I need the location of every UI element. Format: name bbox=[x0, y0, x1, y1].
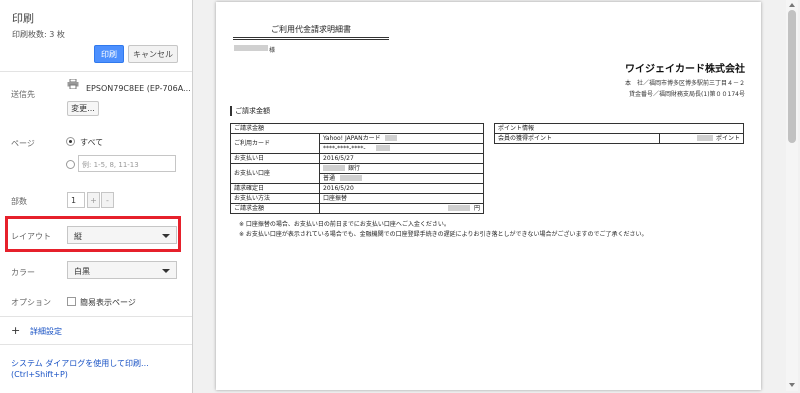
table-cell: 請求確定日 bbox=[230, 183, 320, 194]
simplify-page-checkbox[interactable] bbox=[67, 297, 76, 306]
company-name: ワイジェイカード株式会社 bbox=[625, 64, 745, 75]
scroll-down-arrow-icon[interactable] bbox=[789, 383, 795, 387]
redacted-value bbox=[697, 135, 713, 141]
plus-icon[interactable]: + bbox=[11, 324, 20, 337]
copies-input[interactable]: 1 bbox=[67, 192, 85, 208]
table-cell: 2016/5/20 bbox=[319, 183, 484, 194]
billing-table: ご請求金額 ご利用カード Yahoo! JAPANカード ****-****-*… bbox=[230, 123, 484, 214]
table-cell: 会員の獲得ポイント bbox=[493, 133, 661, 144]
preview-page: ご利用代金請求明細書 様 ワイジェイカード株式会社 本 社／福岡市博多区博多駅前… bbox=[216, 2, 761, 390]
table-row: 会員の獲得ポイント ポイント bbox=[493, 133, 744, 144]
redacted-value bbox=[448, 205, 470, 211]
section-heading: ご請求金額 bbox=[230, 106, 270, 116]
recipient-honorific: 様 bbox=[269, 47, 276, 54]
table-cell: ご請求金額 bbox=[230, 203, 320, 214]
table-cell: ****-****-****- bbox=[319, 143, 484, 154]
color-value: 白黒 bbox=[74, 267, 90, 276]
amount-unit: 円 bbox=[473, 204, 480, 212]
table-cell: お支払い日 bbox=[230, 153, 320, 164]
table-row: ポイント情報 bbox=[494, 123, 744, 134]
printer-name: EPSON79C8EE (EP-706A... bbox=[86, 84, 191, 93]
table-cell: 口座振替 bbox=[319, 193, 484, 204]
system-dialog-link[interactable]: システム ダイアログを使用して印刷... (Ctrl+Shift+P) bbox=[11, 358, 186, 380]
company-address: 本 社／福岡市博多区博多駅前三丁目４－２ bbox=[624, 80, 745, 87]
print-button[interactable]: 印刷 bbox=[94, 45, 124, 63]
copies-increment-button[interactable]: + bbox=[87, 192, 100, 208]
table-row: ご利用カード Yahoo! JAPANカード bbox=[230, 133, 484, 154]
copies-label: 部数 bbox=[11, 197, 27, 206]
system-dialog-shortcut: (Ctrl+Shift+P) bbox=[11, 370, 68, 379]
cancel-button[interactable]: キャンセル bbox=[128, 45, 178, 63]
page-title: 印刷 bbox=[12, 12, 34, 25]
table-row: 請求確定日 2016/5/20 bbox=[230, 183, 484, 194]
scrollbar-thumb[interactable] bbox=[788, 10, 796, 143]
chevron-down-icon bbox=[162, 269, 170, 273]
sheet-count: 印刷枚数: 3 枚 bbox=[12, 30, 65, 39]
simplify-page-label: 簡易表示ページ bbox=[80, 298, 136, 307]
account-type: 普通 bbox=[323, 174, 336, 182]
redacted-value bbox=[376, 145, 390, 151]
destination-label: 送信先 bbox=[11, 90, 35, 99]
table-row: ご請求金額 円 bbox=[230, 203, 484, 214]
printer-icon bbox=[67, 79, 79, 89]
table-row: ご請求金額 bbox=[230, 123, 484, 134]
redacted-value bbox=[385, 135, 397, 141]
scroll-up-arrow-icon[interactable] bbox=[789, 3, 795, 7]
table-cell: お支払い方法 bbox=[230, 193, 320, 204]
table-cell: 銀行 bbox=[319, 163, 484, 174]
table-cell: ご利用カード bbox=[230, 133, 320, 154]
pages-range-radio[interactable] bbox=[66, 160, 75, 169]
divider bbox=[0, 344, 192, 345]
pages-range-input[interactable]: 例: 1-5, 8, 11-13 bbox=[78, 155, 176, 172]
copies-decrement-button[interactable]: - bbox=[101, 192, 114, 208]
layout-highlight-box bbox=[5, 216, 181, 252]
table-cell: Yahoo! JAPANカード bbox=[319, 133, 484, 144]
print-settings-sidebar: 印刷 印刷枚数: 3 枚 印刷 キャンセル 送信先 EPSON79C8EE (E… bbox=[0, 0, 193, 393]
pages-all-radio[interactable] bbox=[66, 137, 75, 146]
redacted-name bbox=[234, 45, 268, 51]
table-cell: ポイント情報 bbox=[494, 123, 744, 134]
system-dialog-text[interactable]: システム ダイアログを使用して印刷... bbox=[11, 358, 186, 369]
table-cell: 円 bbox=[319, 203, 484, 214]
note-text: ※ 口座振替の場合、お支払い日の前日までにお支払い口座へご入金ください。 bbox=[239, 221, 450, 228]
redacted-value bbox=[340, 175, 362, 181]
advanced-settings-link[interactable]: 詳細設定 bbox=[30, 326, 62, 337]
table-row: お支払い口座 銀行 bbox=[230, 163, 484, 184]
options-label: オプション bbox=[11, 298, 51, 307]
pages-label: ページ bbox=[11, 139, 35, 148]
card-name: Yahoo! JAPANカード bbox=[323, 134, 381, 142]
note-text: ※ お支払い口座が表示されている場合でも、金融機関での口座登録手続きの遅延により… bbox=[239, 231, 648, 238]
bank-name: 銀行 bbox=[348, 164, 361, 172]
pages-all-label: すべて bbox=[80, 138, 104, 147]
table-cell: 普通 bbox=[319, 173, 484, 184]
document-title: ご利用代金請求明細書 bbox=[233, 24, 389, 40]
change-destination-button[interactable]: 変更... bbox=[67, 101, 99, 116]
points-unit: ポイント bbox=[715, 134, 740, 142]
table-row: お支払い方法 口座振替 bbox=[230, 193, 484, 204]
table-cell: お支払い口座 bbox=[230, 163, 320, 184]
table-cell: ポイント bbox=[659, 133, 744, 144]
divider bbox=[0, 71, 192, 72]
divider bbox=[0, 316, 192, 317]
color-label: カラー bbox=[11, 268, 35, 277]
table-cell: ご請求金額 bbox=[230, 123, 484, 134]
redacted-value bbox=[323, 165, 345, 171]
card-number: ****-****-****- bbox=[323, 144, 366, 152]
table-row: お支払い日 2016/5/27 bbox=[230, 153, 484, 164]
table-cell: 2016/5/27 bbox=[319, 153, 484, 164]
color-select[interactable]: 白黒 bbox=[67, 261, 177, 279]
points-table: ポイント情報 会員の獲得ポイント ポイント bbox=[493, 123, 744, 144]
company-registration: 貸金番号／福岡財務支局長(1)第００174号 bbox=[629, 91, 745, 98]
